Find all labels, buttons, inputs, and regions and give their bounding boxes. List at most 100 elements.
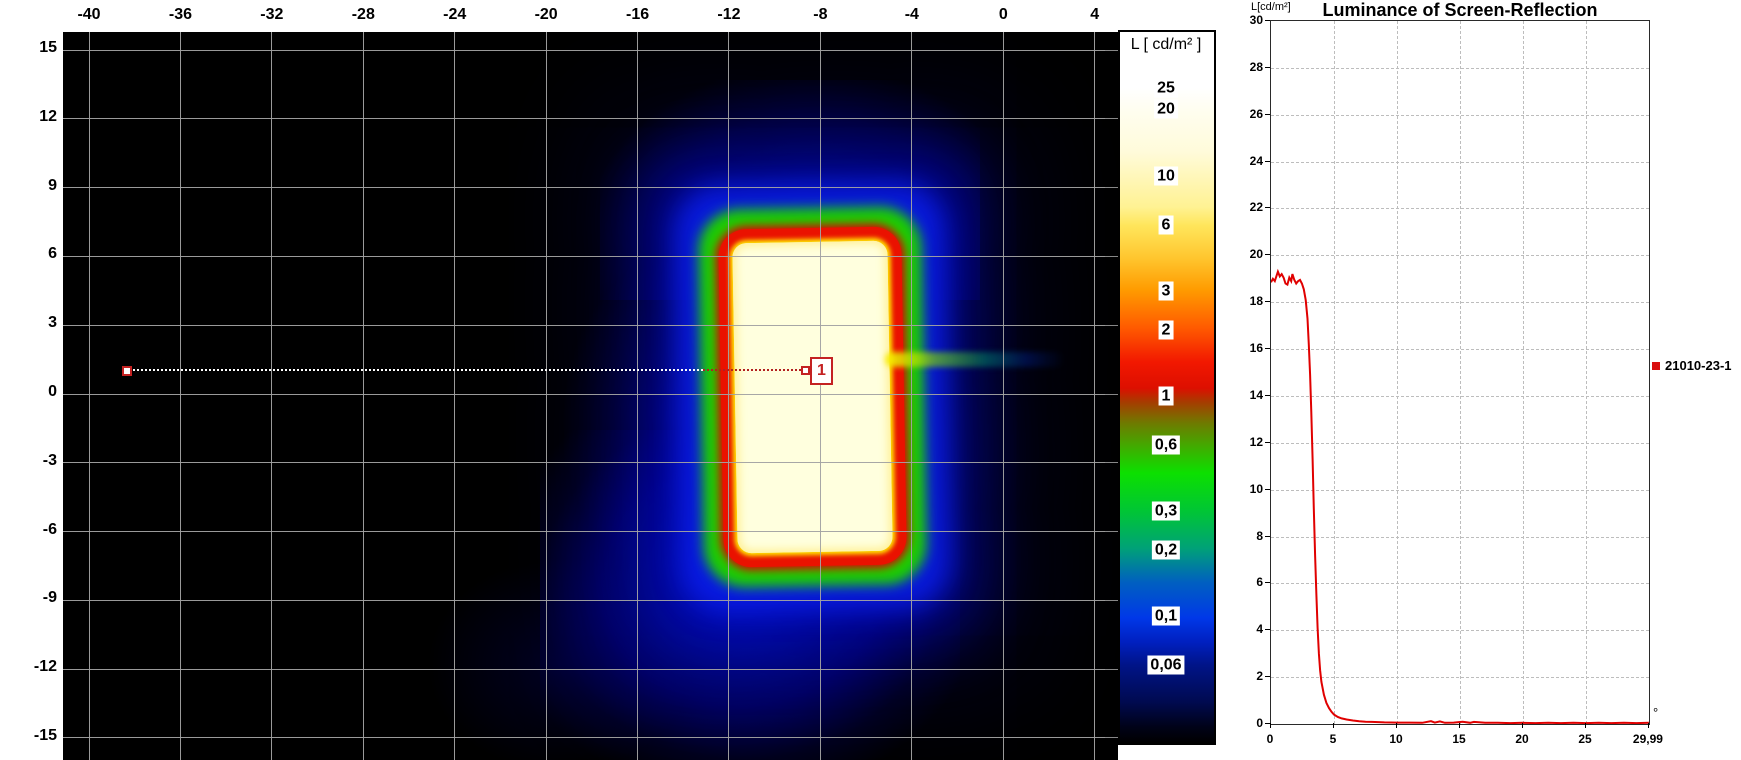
chart-y-axis-unit: L[cd/m²] — [1251, 1, 1291, 13]
heatmap-horizontal-gridline — [63, 187, 1118, 189]
chart-y-tick — [1265, 582, 1270, 584]
heatmap-horizontal-gridline — [63, 462, 1118, 464]
chart-x-tick-label: 5 — [1329, 732, 1337, 746]
heatmap-horizontal-gridline — [63, 599, 1118, 601]
legend-color-swatch — [1652, 361, 1660, 370]
chart-x-tick — [1647, 723, 1649, 728]
chart-y-tick — [1265, 676, 1270, 678]
heatmap-right-tick — [1105, 462, 1118, 464]
chart-x-tick — [1333, 723, 1334, 728]
chart-y-tick — [1265, 301, 1270, 303]
luminance-map[interactable]: 1 — [63, 32, 1118, 760]
heatmap-y-tick-label: 12 — [39, 107, 57, 125]
colorbar-tick-label: 3 — [1158, 281, 1174, 301]
heatmap-horizontal-gridline — [63, 737, 1118, 739]
heatmap-y-tick-label: -15 — [33, 726, 57, 744]
luminance-analysis-window: -40 -36 -32 -28 -24 -20 -16 -12 -8 -4 0 4 15 12 9 6 3 0-… — [0, 0, 1741, 760]
heatmap-right-tick — [1105, 737, 1118, 739]
chart-x-tick-label: 25 — [1578, 732, 1592, 746]
chart-y-tick — [1265, 66, 1270, 68]
chart-x-tick-label: 15 — [1452, 732, 1466, 746]
heatmap-horizontal-gridline — [63, 668, 1118, 670]
colorbar-tick-label: 2 — [1158, 320, 1174, 340]
heatmap-x-tick-label: -36 — [168, 6, 192, 23]
chart-legend-item[interactable]: 21010-23-1 — [1652, 358, 1732, 373]
heatmap-vertical-gridline — [179, 32, 181, 760]
chart-y-tick — [1265, 394, 1270, 396]
heatmap-horizontal-gridline — [63, 49, 1118, 51]
chart-x-tick-label: 10 — [1389, 732, 1403, 746]
marker-dotted-line — [125, 369, 703, 371]
heatmap-horizontal-gridline — [63, 393, 1118, 395]
chart-y-tick-label: 28 — [1249, 59, 1263, 74]
heatmap-vertical-gridline — [728, 32, 730, 760]
chart-y-tick-label: 8 — [1256, 528, 1263, 543]
heatmap-vertical-gridline — [545, 32, 547, 760]
heatmap-right-tick — [1105, 255, 1118, 257]
heatmap-x-tick-label: -16 — [626, 6, 650, 23]
chart-y-tick-label: 2 — [1256, 669, 1263, 684]
heatmap-right-tick — [1105, 531, 1118, 533]
chart-x-tick — [1270, 723, 1271, 728]
colorbar-tick-label: 6 — [1158, 215, 1174, 235]
heatmap-y-tick-label: -3 — [42, 451, 57, 469]
marker-start-handle[interactable] — [122, 366, 132, 376]
chart-x-tick — [1522, 723, 1524, 728]
chart-y-tick-label: 18 — [1249, 294, 1263, 309]
chart-x-tick — [1459, 723, 1461, 728]
chart-y-tick-label: 30 — [1249, 13, 1263, 27]
chart-title: Luminance of Screen-Reflection — [1322, 0, 1598, 20]
heatmap-x-tick-label: 4 — [1090, 6, 1100, 23]
chart-y-tick-label: 14 — [1249, 387, 1263, 402]
chart-y-tick — [1265, 348, 1270, 350]
heatmap-x-tick-label: -4 — [904, 6, 919, 23]
chart-x-axis-unit: ° — [1653, 705, 1659, 720]
blue-halo-bottom-left — [430, 560, 690, 760]
heatmap-y-tick-label: -12 — [33, 658, 57, 676]
chart-y-tick — [1265, 488, 1270, 490]
heatmap-horizontal-gridline — [63, 324, 1118, 326]
heatmap-x-tick-label: -28 — [351, 6, 375, 23]
heatmap-vertical-gridline — [1094, 32, 1096, 760]
marker-dotted-line-end — [703, 369, 801, 371]
marker-connector-square — [801, 366, 810, 375]
chart-y-tick-label: 22 — [1249, 200, 1263, 215]
colorbar-tick-label: 0,2 — [1151, 540, 1181, 560]
heatmap-y-tick-label: 9 — [48, 176, 57, 194]
heatmap-x-tick-label: 0 — [998, 6, 1008, 23]
heatmap-x-tick-label: -8 — [813, 6, 828, 23]
chart-y-tick — [1265, 535, 1270, 537]
heatmap-vertical-gridline — [454, 32, 456, 760]
heatmap-vertical-gridline — [362, 32, 364, 760]
chart-y-tick — [1265, 254, 1270, 256]
heatmap-x-tick-label: -12 — [717, 6, 741, 23]
chart-y-tick — [1265, 207, 1270, 209]
heatmap-right-tick — [1105, 118, 1118, 120]
legend-series-label: 21010-23-1 — [1665, 358, 1732, 373]
heatmap-y-tick-label: 6 — [48, 245, 57, 263]
colorbar-tick-label: 0,3 — [1151, 501, 1181, 521]
heatmap-right-tick — [1105, 187, 1118, 189]
chart-y-tick-label: 12 — [1249, 434, 1263, 449]
chart-y-tick — [1265, 441, 1270, 443]
heatmap-right-tick — [1105, 49, 1118, 51]
chart-y-tick-label: 26 — [1249, 106, 1263, 121]
bright-reflection-region — [732, 240, 893, 554]
reflection-curve — [1271, 268, 1649, 724]
marker-1-label[interactable]: 1 — [810, 357, 833, 385]
chart-y-tick-label: 24 — [1249, 153, 1263, 168]
heatmap-vertical-gridline — [88, 32, 90, 760]
heatmap-right-tick — [1105, 599, 1118, 601]
chart-x-tick-label: 29,99 — [1632, 732, 1663, 746]
heatmap-x-tick-label: -32 — [260, 6, 284, 23]
colorbar-tick-label: 0,6 — [1151, 435, 1181, 455]
heatmap-horizontal-gridline — [63, 255, 1118, 257]
chart-y-tick — [1265, 160, 1270, 162]
chart-plot-area[interactable] — [1270, 20, 1650, 725]
chart-y-tick-label: 4 — [1256, 622, 1263, 637]
chart-x-tick-label: 0 — [1266, 732, 1274, 746]
chart-y-tick-label: 0 — [1256, 716, 1263, 730]
chart-x-tick — [1585, 723, 1587, 728]
series-21010-23-1 — [1271, 268, 1649, 724]
colorbar-tick-label: 20 — [1154, 99, 1178, 119]
